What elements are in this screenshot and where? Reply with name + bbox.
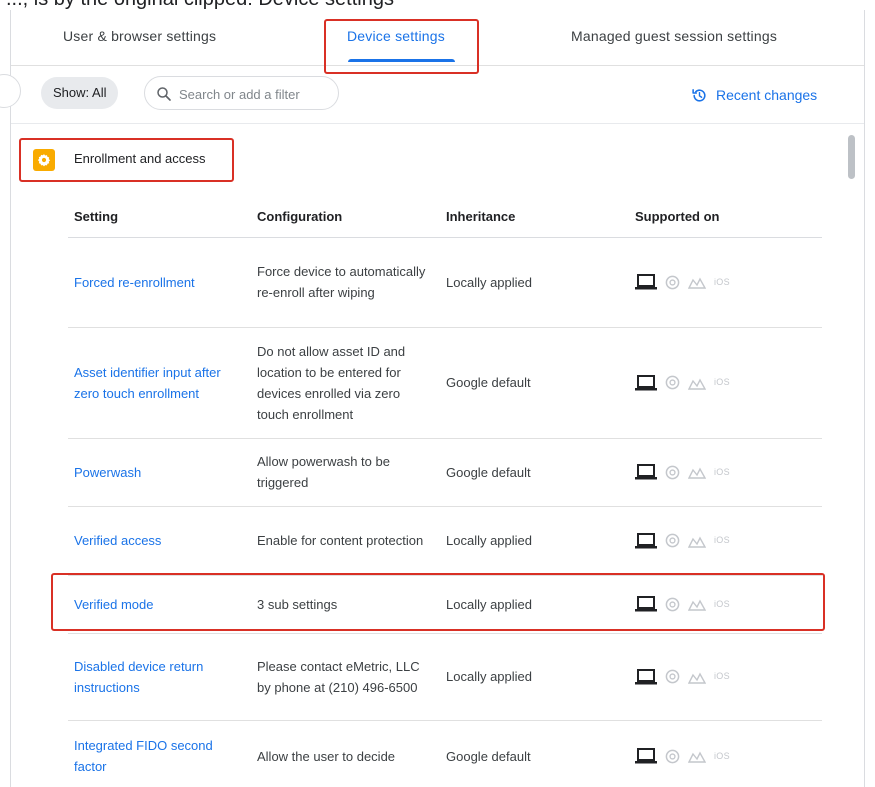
kiosk-icon xyxy=(688,671,706,684)
setting-link[interactable]: Forced re-enrollment xyxy=(74,275,195,290)
gear-icon xyxy=(33,149,55,171)
table-row[interactable]: Verified access Enable for content prote… xyxy=(68,506,822,576)
table-row[interactable]: Asset identifier input after zero touch … xyxy=(68,327,822,439)
setting-cell: Integrated FIDO second factor xyxy=(68,720,251,787)
kiosk-icon xyxy=(688,377,706,390)
laptop-icon xyxy=(635,464,657,480)
inheritance-cell: Locally applied xyxy=(440,633,629,721)
inheritance-cell: Locally applied xyxy=(440,575,629,634)
inheritance-cell: Google default xyxy=(446,748,531,764)
inheritance-cell: Locally applied xyxy=(440,506,629,576)
ios-label: iOS xyxy=(714,535,730,545)
table-row[interactable]: Powerwash Allow powerwash to be triggere… xyxy=(68,438,822,507)
supported-on-cell: iOS xyxy=(629,506,822,576)
chrome-icon xyxy=(665,749,680,764)
supported-on-cell: iOS xyxy=(629,237,822,328)
setting-cell: Powerwash xyxy=(68,438,251,507)
kiosk-icon xyxy=(688,277,706,289)
settings-table: Setting Configuration Inheritance Suppor… xyxy=(68,197,822,787)
configuration-cell: Force device to automatically re-enroll … xyxy=(251,237,440,328)
supported-on-cell: iOS xyxy=(629,633,822,721)
ios-label: iOS xyxy=(714,671,730,681)
configuration-cell: Allow powerwash to be triggered xyxy=(251,438,440,507)
configuration-cell: Do not allow asset ID and location to be… xyxy=(251,327,440,439)
table-row[interactable]: Disabled device return instructions Plea… xyxy=(68,633,822,721)
column-header-configuration: Configuration xyxy=(251,197,440,238)
table-header-row: Setting Configuration Inheritance Suppor… xyxy=(68,197,822,238)
settings-tabs: User & browser settings Device settings … xyxy=(11,10,864,66)
setting-link[interactable]: Asset identifier input after zero touch … xyxy=(74,365,221,401)
search-icon xyxy=(157,87,171,101)
setting-cell: Disabled device return instructions xyxy=(68,633,251,721)
search-box[interactable] xyxy=(144,76,339,110)
inheritance-cell: Google default xyxy=(440,438,629,507)
setting-link[interactable]: Verified mode xyxy=(74,597,154,612)
laptop-icon xyxy=(635,668,657,684)
setting-link[interactable]: Integrated FIDO second factor xyxy=(74,738,213,774)
chrome-icon xyxy=(665,375,680,390)
tab-managed-guest-session-settings[interactable]: Managed guest session settings xyxy=(571,28,777,44)
laptop-icon xyxy=(635,748,657,764)
active-tab-indicator xyxy=(348,59,455,62)
chrome-icon xyxy=(665,669,680,684)
filter-toolbar: Show: All Recent changes xyxy=(0,66,864,124)
kiosk-icon xyxy=(688,535,706,548)
chrome-icon xyxy=(665,465,680,479)
laptop-icon xyxy=(635,596,657,612)
scrollbar[interactable] xyxy=(847,125,857,787)
recent-changes-link[interactable]: Recent changes xyxy=(691,85,817,105)
chrome-icon xyxy=(665,597,680,611)
ios-label: iOS xyxy=(714,598,730,609)
tab-user-browser-settings[interactable]: User & browser settings xyxy=(63,28,216,44)
configuration-cell: Enable for content protection xyxy=(251,506,440,576)
search-input[interactable] xyxy=(179,84,329,104)
supported-on-cell: iOS xyxy=(629,327,822,439)
laptop-icon xyxy=(635,532,657,548)
configuration-cell: Allow the user to decide xyxy=(257,748,396,764)
kiosk-icon xyxy=(688,751,706,763)
recent-changes-label: Recent changes xyxy=(716,87,818,103)
configuration-cell: 3 sub settings xyxy=(251,575,440,634)
ios-label: iOS xyxy=(714,466,730,477)
inheritance-cell: Google default xyxy=(440,327,629,439)
setting-cell: Forced re-enrollment xyxy=(68,237,251,328)
ios-label: iOS xyxy=(714,750,730,761)
configuration-cell: Please contact eMetric, LLC by phone at … xyxy=(251,633,440,721)
device-settings-panel: User & browser settings Device settings … xyxy=(0,10,865,787)
chrome-icon xyxy=(665,533,680,548)
tab-device-settings[interactable]: Device settings xyxy=(347,28,445,44)
kiosk-icon xyxy=(688,599,706,611)
supported-on-cell: iOS xyxy=(629,438,822,507)
history-icon xyxy=(692,88,706,102)
setting-cell: Verified mode xyxy=(68,575,251,634)
laptop-icon xyxy=(635,374,657,390)
column-header-supported-on: Supported on xyxy=(629,197,822,238)
column-header-setting: Setting xyxy=(68,197,251,238)
table-row[interactable]: Integrated FIDO second factor Allow the … xyxy=(68,720,822,787)
laptop-icon xyxy=(635,274,657,290)
collapse-button[interactable] xyxy=(0,74,21,108)
section-header-enrollment[interactable]: Enrollment and access xyxy=(11,140,864,180)
setting-cell: Asset identifier input after zero touch … xyxy=(68,327,251,439)
section-title: Enrollment and access xyxy=(74,151,206,166)
table-row[interactable]: Forced re-enrollment Force device to aut… xyxy=(68,237,822,328)
chrome-icon xyxy=(665,275,680,289)
setting-link[interactable]: Powerwash xyxy=(74,465,141,480)
ios-label: iOS xyxy=(714,276,730,287)
ios-label: iOS xyxy=(714,377,730,387)
setting-cell: Verified access xyxy=(68,506,251,576)
supported-on-cell: iOS xyxy=(629,575,822,634)
kiosk-icon xyxy=(688,467,706,479)
supported-on-cell: iOS xyxy=(629,720,822,787)
column-header-inheritance: Inheritance xyxy=(440,197,629,238)
setting-link[interactable]: Verified access xyxy=(74,533,161,548)
inheritance-cell: Locally applied xyxy=(440,237,629,328)
table-row[interactable]: Verified mode 3 sub settings Locally app… xyxy=(68,575,822,634)
show-all-chip[interactable]: Show: All xyxy=(41,77,119,109)
setting-link[interactable]: Disabled device return instructions xyxy=(74,659,203,695)
scrollbar-thumb[interactable] xyxy=(848,135,855,179)
